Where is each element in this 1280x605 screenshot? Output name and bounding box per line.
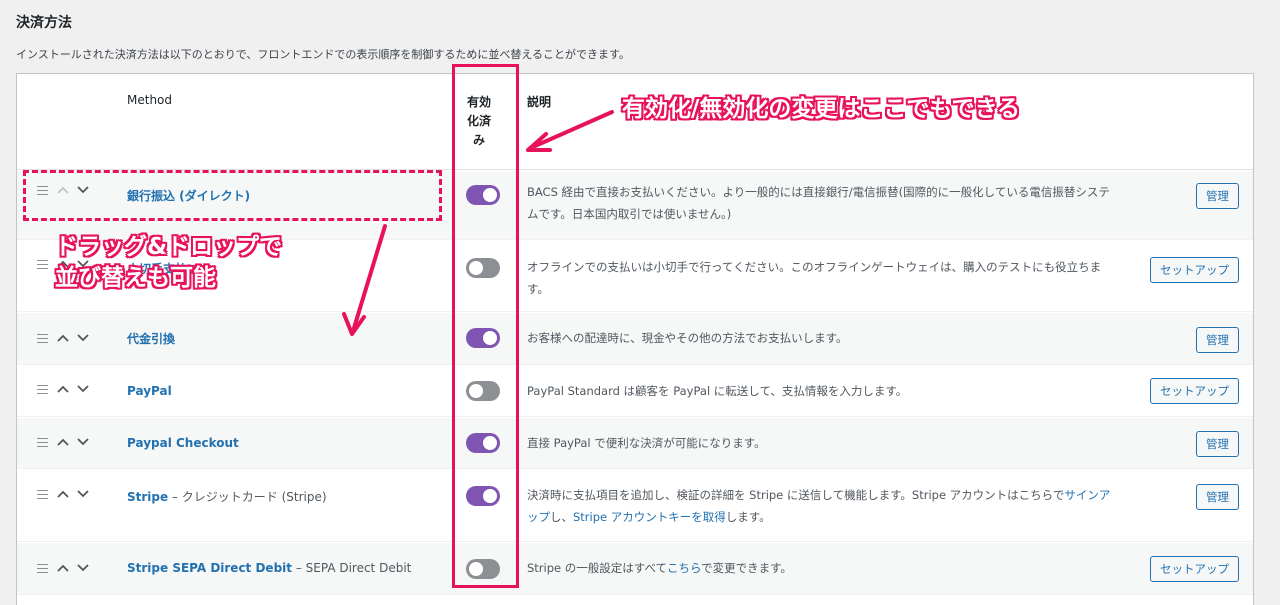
chevron-down-icon[interactable] — [77, 563, 89, 573]
chevron-down-icon[interactable] — [77, 384, 89, 394]
method-description: 決済時に支払項目を追加し、検証の詳細を Stripe に送信して機能します。St… — [527, 484, 1117, 528]
row-sort-controls — [37, 384, 89, 394]
method-name-link[interactable]: Stripe – クレジットカード (Stripe) — [127, 488, 327, 505]
chevron-down-icon[interactable] — [77, 437, 89, 447]
method-description: Stripe の一般設定はすべてこちらで変更できます。 — [527, 557, 1117, 579]
get-account-key-link[interactable]: Stripe アカウントキーを取得 — [573, 510, 726, 524]
drag-handle-icon[interactable] — [37, 489, 49, 499]
page-description: インストールされた決済方法は以下のとおりで、フロントエンドでの表示順序を制御する… — [16, 48, 630, 61]
annotation-drag-note-line: 並び替えも可能 — [55, 265, 216, 291]
chevron-up-icon[interactable] — [57, 384, 69, 394]
method-name[interactable]: 代金引換 — [127, 332, 175, 346]
enabled-column-highlight — [452, 64, 519, 588]
description-text: Stripe の一般設定はすべて — [527, 561, 667, 575]
method-subtitle: – SEPA Direct Debit — [292, 561, 412, 575]
chevron-up-icon[interactable] — [57, 437, 69, 447]
payment-methods-table: Method 有効 化済 み 説明 銀行振込 (ダイレクト) BACS 経由で直… — [16, 73, 1254, 605]
setup-button[interactable]: セットアップ — [1150, 556, 1239, 582]
method-subtitle: – クレジットカード (Stripe) — [168, 490, 327, 504]
chevron-up-icon[interactable] — [57, 489, 69, 499]
method-name[interactable]: Stripe SEPA Direct Debit — [127, 561, 292, 575]
method-description: お客様への配達時に、現金やその他の方法でお支払いします。 — [527, 331, 848, 345]
method-description: PayPal Standard は顧客を PayPal に転送して、支払情報を入… — [527, 384, 908, 398]
method-name[interactable]: Stripe — [127, 490, 168, 504]
settings-link[interactable]: こちら — [667, 561, 701, 575]
drag-handle-icon[interactable] — [37, 563, 49, 573]
description-text: 決済時に支払項目を追加し、検証の詳細を Stripe に送信して機能します。St… — [527, 488, 1065, 502]
setup-button[interactable]: セットアップ — [1150, 378, 1239, 404]
table-row: 代金引換 お客様への配達時に、現金やその他の方法でお支払いします。 管理 — [17, 313, 1253, 365]
manage-button[interactable]: 管理 — [1196, 327, 1239, 353]
method-name-link[interactable]: 代金引換 — [127, 330, 175, 347]
chevron-up-icon[interactable] — [57, 333, 69, 343]
manage-button[interactable]: 管理 — [1196, 183, 1239, 209]
method-name-link[interactable]: Stripe SEPA Direct Debit – SEPA Direct D… — [127, 561, 411, 575]
row-sort-controls — [37, 333, 89, 343]
row-sort-controls — [37, 437, 89, 447]
method-description: オフラインでの支払いは小切手で行ってください。このオフラインゲートウェイは、購入… — [527, 260, 1102, 296]
method-description: 直接 PayPal で便利な決済が可能になります。 — [527, 436, 766, 450]
drag-row-highlight — [23, 170, 442, 221]
drag-handle-icon[interactable] — [37, 259, 49, 269]
method-name-link[interactable]: PayPal — [127, 384, 172, 398]
method-name-link[interactable]: Paypal Checkout — [127, 436, 239, 450]
chevron-down-icon[interactable] — [77, 489, 89, 499]
annotation-drag-note-line: ドラッグ&ドロップで — [55, 234, 283, 260]
column-header-method[interactable]: Method — [127, 93, 172, 107]
manage-button[interactable]: 管理 — [1196, 484, 1239, 510]
drag-handle-icon[interactable] — [37, 384, 49, 394]
description-text: します。 — [725, 510, 771, 524]
description-text: し、 — [550, 510, 573, 524]
table-row: Stripe – クレジットカード (Stripe) 決済時に支払項目を追加し、… — [17, 470, 1253, 542]
manage-button[interactable]: 管理 — [1196, 431, 1239, 457]
annotation-toggle-note: 有効化/無効化の変更はここでもできる — [622, 96, 1021, 122]
row-sort-controls — [37, 563, 89, 573]
method-name[interactable]: Paypal Checkout — [127, 436, 239, 450]
table-row: Paypal Checkout 直接 PayPal で便利な決済が可能になります… — [17, 418, 1253, 469]
drag-handle-icon[interactable] — [37, 333, 49, 343]
chevron-up-icon[interactable] — [57, 563, 69, 573]
page-title: 決済方法 — [16, 15, 72, 31]
chevron-down-icon[interactable] — [77, 333, 89, 343]
setup-button[interactable]: セットアップ — [1150, 257, 1239, 283]
method-name[interactable]: PayPal — [127, 384, 172, 398]
row-sort-controls — [37, 489, 89, 499]
annotation-drag-note: ドラッグ&ドロップで 並び替えも可能 — [55, 232, 282, 294]
method-description: BACS 経由で直接お支払いください。より一般的には直接銀行/電信振替(国際的に… — [527, 185, 1110, 221]
table-row: PayPal PayPal Standard は顧客を PayPal に転送して… — [17, 366, 1253, 417]
table-row: Stripe SEPA Direct Debit – SEPA Direct D… — [17, 543, 1253, 595]
description-text: で変更できます。 — [701, 561, 793, 575]
column-header-description: 説明 — [527, 95, 552, 109]
drag-handle-icon[interactable] — [37, 437, 49, 447]
